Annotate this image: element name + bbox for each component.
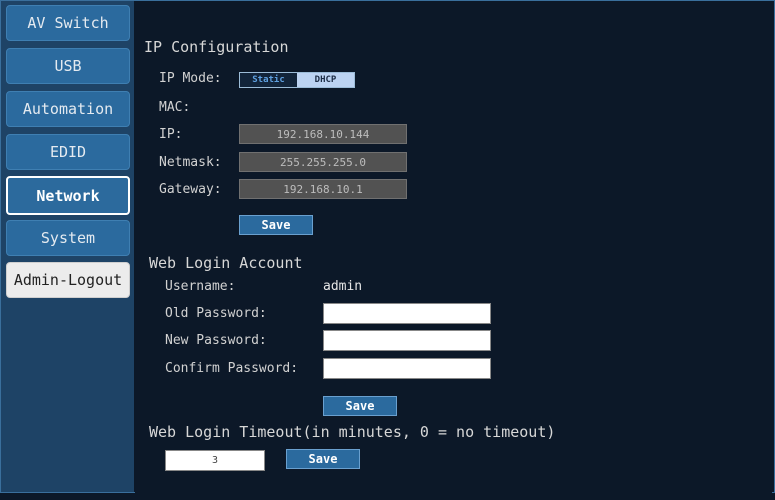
netmask-label: Netmask: xyxy=(159,155,222,170)
netmask-field: 255.255.255.0 xyxy=(239,152,407,172)
sidebar-item-admin-logout[interactable]: Admin-Logout xyxy=(6,262,130,298)
mac-label: MAC: xyxy=(159,100,191,115)
sidebar-item-system[interactable]: System xyxy=(6,220,130,256)
ip-config-title: IP Configuration xyxy=(144,38,289,56)
ip-save-button[interactable]: Save xyxy=(239,215,313,235)
ip-mode-static-option[interactable]: Static xyxy=(240,73,297,87)
account-save-button[interactable]: Save xyxy=(323,396,397,416)
sidebar-item-edid[interactable]: EDID xyxy=(6,134,130,170)
new-password-label: New Password: xyxy=(165,333,267,348)
confirm-password-label: Confirm Password: xyxy=(165,361,299,376)
ip-mode-toggle: Static DHCP xyxy=(239,72,355,88)
gateway-field: 192.168.10.1 xyxy=(239,179,407,199)
sidebar-item-usb[interactable]: USB xyxy=(6,48,130,84)
ip-mode-dhcp-option[interactable]: DHCP xyxy=(297,73,354,87)
old-password-label: Old Password: xyxy=(165,306,267,321)
ip-label: IP: xyxy=(159,127,183,142)
sidebar-item-automation[interactable]: Automation xyxy=(6,91,130,127)
confirm-password-field[interactable] xyxy=(323,358,491,379)
timeout-field[interactable]: 3 xyxy=(165,450,265,471)
sidebar-item-network[interactable]: Network xyxy=(6,176,130,215)
main-panel: IP Configuration IP Mode: Static DHCP MA… xyxy=(135,1,772,500)
username-label: Username: xyxy=(165,279,236,294)
ip-mode-label: IP Mode: xyxy=(159,71,222,86)
web-login-title: Web Login Account xyxy=(149,254,303,272)
timeout-title: Web Login Timeout(in minutes, 0 = no tim… xyxy=(149,423,556,441)
sidebar-item-av-switch[interactable]: AV Switch xyxy=(6,5,130,41)
new-password-field[interactable] xyxy=(323,330,491,351)
gateway-label: Gateway: xyxy=(159,182,222,197)
username-value: admin xyxy=(323,279,363,294)
old-password-field[interactable] xyxy=(323,303,491,324)
sidebar: AV Switch USB Automation EDID Network Sy… xyxy=(1,1,134,492)
timeout-save-button[interactable]: Save xyxy=(286,449,360,469)
ip-field: 192.168.10.144 xyxy=(239,124,407,144)
